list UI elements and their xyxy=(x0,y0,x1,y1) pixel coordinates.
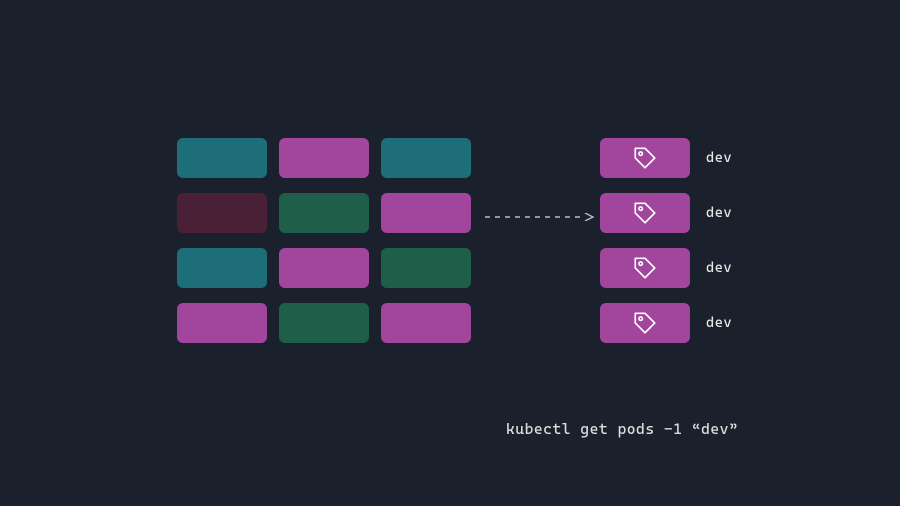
pod-cell xyxy=(279,303,369,343)
pod-grid xyxy=(177,138,471,343)
pod-cell xyxy=(177,193,267,233)
pod-cell xyxy=(177,248,267,288)
tag-label: dev xyxy=(706,315,732,331)
tagged-pod-row: dev xyxy=(600,138,732,178)
pod-cell xyxy=(279,193,369,233)
tagged-pod xyxy=(600,248,690,288)
tagged-pod-row: dev xyxy=(600,248,732,288)
pod-cell xyxy=(381,138,471,178)
pod-cell xyxy=(177,138,267,178)
tag-icon xyxy=(632,145,658,171)
pod-cell xyxy=(279,138,369,178)
filtered-pods-column: dev dev dev xyxy=(600,138,732,343)
tag-label: dev xyxy=(706,205,732,221)
tagged-pod xyxy=(600,303,690,343)
tag-label: dev xyxy=(706,260,732,276)
pod-cell xyxy=(381,193,471,233)
tag-icon xyxy=(632,310,658,336)
pod-cell xyxy=(279,248,369,288)
tagged-pod-row: dev xyxy=(600,303,732,343)
dashed-arrow-icon xyxy=(485,213,595,215)
tag-label: dev xyxy=(706,150,732,166)
tag-icon xyxy=(632,255,658,281)
pod-cell xyxy=(381,248,471,288)
tagged-pod xyxy=(600,138,690,178)
pod-cell xyxy=(381,303,471,343)
tag-icon xyxy=(632,200,658,226)
tagged-pod xyxy=(600,193,690,233)
tagged-pod-row: dev xyxy=(600,193,732,233)
command-text: kubectl get pods -1 “dev” xyxy=(506,420,738,438)
pod-cell xyxy=(177,303,267,343)
